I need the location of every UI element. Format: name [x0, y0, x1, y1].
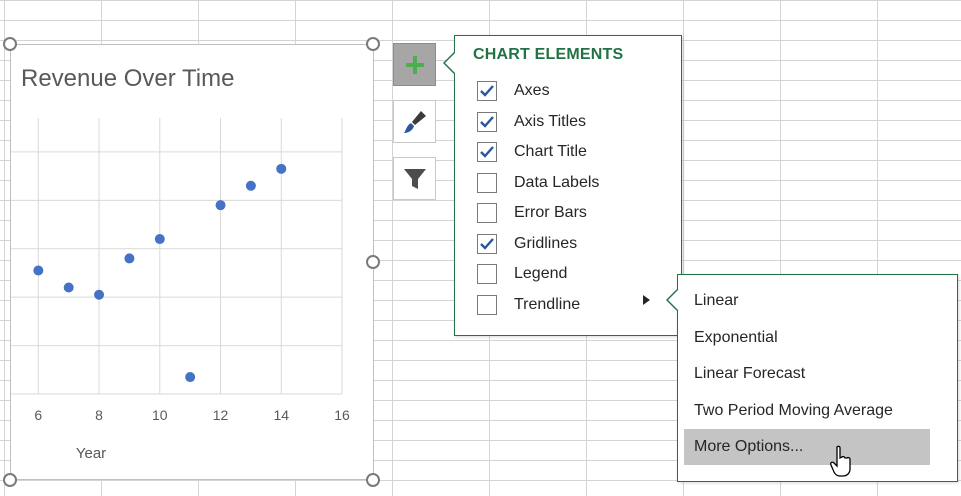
option-axis-titles[interactable]: Axis Titles [477, 111, 586, 133]
chart-area[interactable]: Revenue Over Time 6 8 10 12 14 16 Year [10, 44, 374, 480]
hand-cursor-icon [830, 445, 851, 477]
checkmark-icon [480, 146, 494, 158]
x-tick-label: 8 [95, 407, 103, 423]
checkmark-icon [480, 237, 494, 250]
chart-elements-button[interactable] [393, 43, 436, 86]
paintbrush-icon [403, 110, 426, 133]
checkbox[interactable] [477, 111, 497, 132]
option-chart-title[interactable]: Chart Title [477, 141, 587, 163]
x-tick-label: 12 [213, 407, 229, 423]
data-point[interactable] [245, 180, 256, 191]
checkbox[interactable] [477, 264, 497, 284]
scatter-plot: 6 8 10 12 14 16 Year [11, 118, 350, 462]
chart-styles-button[interactable] [393, 100, 436, 143]
option-label: Axes [514, 82, 550, 99]
data-point[interactable] [63, 282, 74, 293]
chart-filters-button[interactable] [393, 157, 436, 200]
option-label: Trendline [514, 295, 581, 313]
option-trendline[interactable]: Trendline [477, 294, 580, 316]
option-gridlines[interactable]: Gridlines [477, 233, 577, 255]
option-label: Chart Title [514, 143, 587, 160]
checkbox[interactable] [477, 233, 497, 254]
checkbox[interactable] [477, 294, 497, 315]
resize-handle-top-right[interactable] [366, 37, 380, 51]
option-label: Error Bars [514, 204, 587, 221]
submenu-item-linear[interactable]: Linear [694, 283, 738, 319]
checkbox[interactable] [477, 172, 497, 193]
checkmark-icon [480, 85, 494, 97]
panel-pointer-fill [445, 53, 455, 73]
submenu-item-exponential[interactable]: Exponential [694, 320, 778, 356]
x-tick-label: 10 [152, 407, 168, 423]
data-point[interactable] [94, 289, 105, 300]
resize-handle-middle-right[interactable] [366, 255, 380, 269]
checkbox[interactable] [477, 81, 497, 101]
x-tick-label: 14 [273, 407, 289, 423]
panel-header: CHART ELEMENTS [473, 46, 624, 63]
x-axis-title[interactable]: Year [76, 445, 106, 462]
resize-handle-top-left[interactable] [3, 37, 17, 51]
data-point[interactable] [33, 265, 44, 276]
chart-elements-panel: CHART ELEMENTS Axes Axis Titles Chart Titl… [454, 35, 682, 336]
resize-handle-bottom-left[interactable] [3, 473, 17, 487]
option-label: Legend [514, 265, 568, 282]
submenu-item-linear-forecast[interactable]: Linear Forecast [694, 356, 805, 392]
data-point[interactable] [154, 234, 165, 245]
option-label: Gridlines [514, 234, 578, 252]
data-point[interactable] [276, 163, 287, 174]
data-point[interactable] [124, 253, 135, 264]
x-tick-label: 6 [34, 407, 42, 423]
checkmark-icon [480, 115, 494, 128]
x-tick-label: 16 [334, 407, 350, 423]
submenu-pointer-fill [668, 290, 678, 310]
checkbox[interactable] [477, 142, 497, 162]
option-error-bars[interactable]: Error Bars [477, 202, 587, 224]
option-label: Axis Titles [514, 112, 587, 130]
option-legend[interactable]: Legend [477, 263, 567, 285]
data-point[interactable] [185, 372, 196, 383]
trendline-submenu-arrow-icon[interactable] [643, 295, 650, 305]
option-axes[interactable]: Axes [477, 80, 550, 102]
plus-icon [405, 55, 424, 74]
data-point[interactable] [215, 200, 226, 211]
submenu-item-two-period-moving-average[interactable]: Two Period Moving Average [694, 393, 893, 429]
option-label: Data Labels [514, 173, 600, 191]
checkbox[interactable] [477, 203, 497, 223]
trendline-submenu: Linear Exponential Linear Forecast Two Peri… [677, 274, 958, 482]
funnel-icon [403, 168, 426, 189]
submenu-item-more-options[interactable]: More Options... [684, 429, 930, 465]
resize-handle-bottom-right[interactable] [366, 473, 380, 487]
option-data-labels[interactable]: Data Labels [477, 172, 599, 194]
